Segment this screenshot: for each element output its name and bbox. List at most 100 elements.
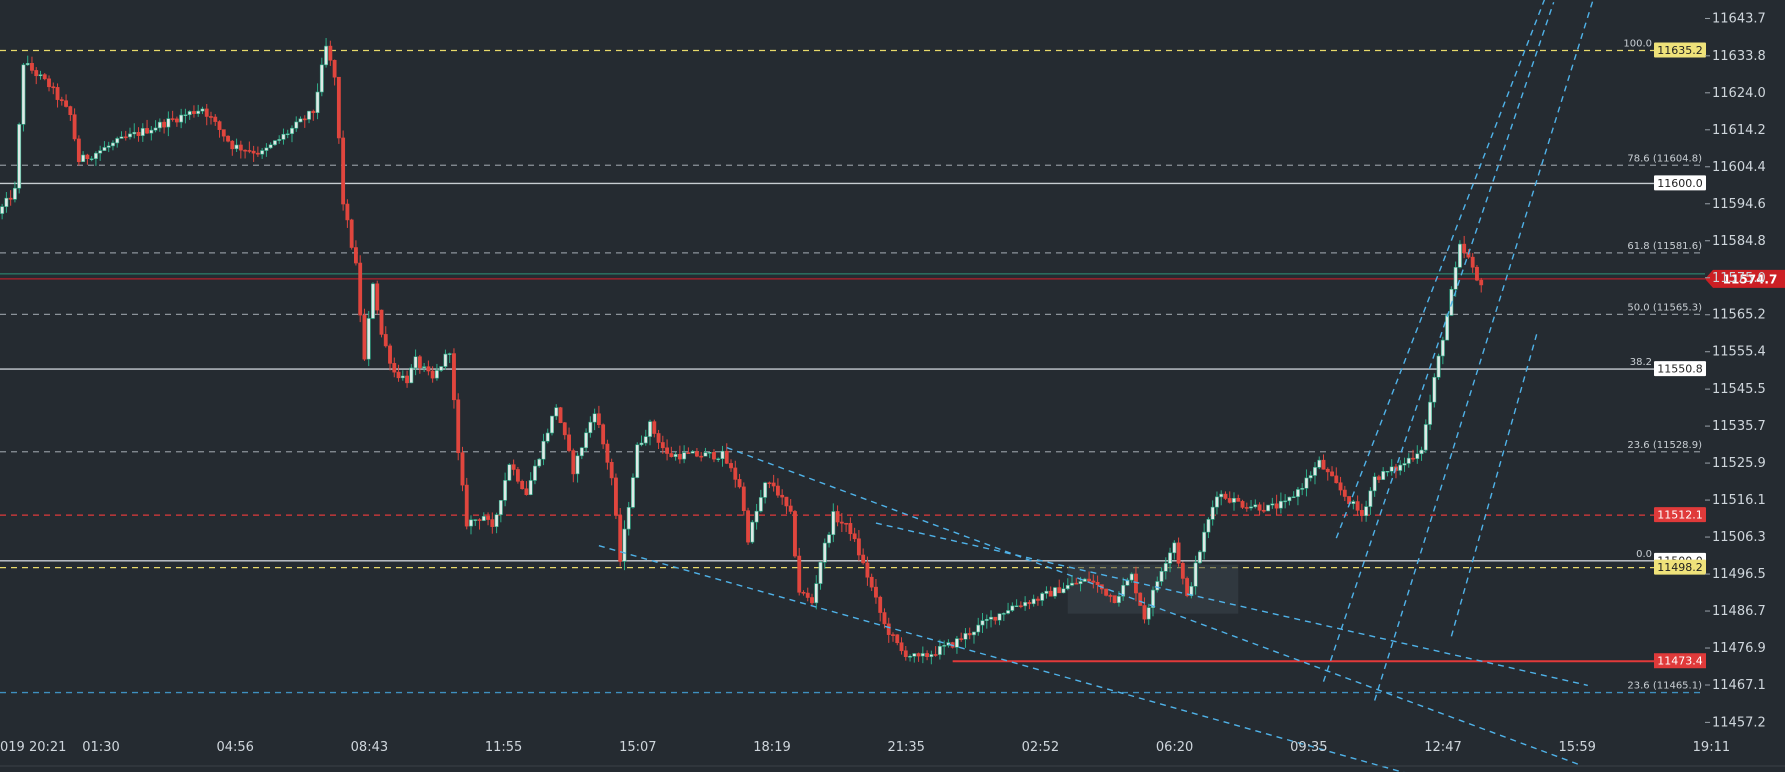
candle-bear [460, 452, 465, 486]
candle-bull [200, 108, 205, 112]
candle-bull [371, 283, 375, 319]
candle-bull [1061, 588, 1066, 594]
y-tick-label: 11545.5 [1712, 382, 1766, 397]
candle-bull [1432, 376, 1437, 403]
candle-bear [835, 511, 840, 523]
candle-bear [1274, 503, 1279, 509]
y-tick-label: 11575.0 [1712, 271, 1766, 286]
candle-bull [1313, 467, 1317, 476]
candle-bull [1078, 581, 1083, 585]
y-tick-label: 11565.2 [1712, 308, 1766, 323]
candle-bear [1479, 279, 1484, 286]
level-price-tag-text: 11600.0 [1657, 177, 1703, 190]
candle-bear [392, 363, 397, 373]
candle-bear [844, 522, 849, 525]
candle-bear [1462, 243, 1467, 254]
candle-bull [1300, 487, 1305, 490]
candle-bull [324, 45, 329, 66]
candle-bull [132, 132, 137, 135]
candle-bull [1129, 573, 1134, 581]
candle-bull [631, 477, 635, 508]
candle-bull [1168, 552, 1172, 564]
candle-bull [1219, 493, 1224, 498]
candle-bear [358, 262, 363, 316]
candle-bull [1291, 496, 1296, 498]
candle-bull [413, 356, 418, 369]
candle-bear [51, 86, 56, 89]
candlestick-chart[interactable]: 100.0 11635.2 78.6 (11604.8) 11600.0 61.8 (1… [0, 0, 1785, 772]
candle-bull [89, 158, 94, 160]
candle-bull [584, 432, 589, 449]
candle-bear [238, 144, 243, 151]
candle-bear [1108, 595, 1113, 597]
candle-bull [153, 127, 158, 131]
candle-bull [1440, 339, 1445, 357]
candle-bear [605, 443, 610, 463]
candle-bull [1457, 243, 1462, 268]
candle-bull [1215, 496, 1219, 508]
candle-bear [967, 633, 972, 636]
candle-bear [251, 150, 256, 154]
candle-bull [1031, 598, 1036, 605]
candle-bear [464, 484, 469, 527]
candle-bear [1057, 587, 1062, 594]
candle-bear [810, 597, 814, 604]
candle-bear [1359, 510, 1364, 517]
candle-bear [477, 519, 482, 521]
candle-bull [443, 353, 448, 367]
candle-bear [379, 309, 384, 335]
candle-bull [25, 63, 30, 66]
candle-bear [596, 413, 601, 426]
candle-bear [665, 447, 670, 454]
candle-bull [498, 500, 503, 515]
candle-bear [903, 650, 908, 658]
candle-bear [1223, 493, 1228, 499]
chart-canvas[interactable]: 100.0 11635.2 78.6 (11604.8) 11600.0 61.8 (1… [0, 0, 1785, 772]
candle-bull [98, 150, 103, 154]
candle-bear [878, 596, 883, 613]
candle-bull [528, 480, 533, 495]
candle-bear [511, 464, 516, 470]
candle-bull [1372, 476, 1377, 492]
candle-bear [1134, 573, 1138, 594]
candle-bear [733, 467, 738, 480]
candle-bull [963, 633, 968, 640]
candle-bull [17, 124, 22, 189]
candle-bear [1330, 471, 1334, 477]
candle-bull [920, 653, 925, 657]
candle-bull [827, 534, 831, 544]
candle-bull [409, 367, 414, 384]
candle-bear [515, 469, 520, 482]
candle-bull [1010, 605, 1015, 611]
candle-bull [1428, 401, 1432, 425]
candle-bull [4, 197, 9, 207]
candle-bear [1112, 595, 1117, 604]
candle-bear [64, 100, 68, 107]
candle-bear [562, 422, 567, 436]
candle-bull [750, 521, 755, 543]
candle-bull [754, 510, 759, 523]
candle-bear [1334, 475, 1339, 484]
candle-bear [1095, 581, 1100, 586]
candle-bear [247, 150, 252, 152]
candle-bull [822, 542, 827, 563]
candle-bear [426, 366, 431, 372]
candle-bear [349, 219, 354, 248]
x-tick-label: 08:43 [351, 740, 388, 755]
candle-bull [166, 118, 171, 128]
candle-bull [400, 375, 405, 379]
candle-bull [268, 144, 273, 149]
candle-bull [1381, 471, 1386, 480]
candle-bull [575, 455, 580, 475]
candle-bull [1172, 542, 1177, 554]
candle-bull [264, 147, 269, 151]
level-price-tag-text: 11635.2 [1657, 44, 1703, 57]
candle-bear [601, 424, 606, 445]
candle-bull [179, 114, 184, 123]
candle-bear [874, 586, 878, 598]
candle-bear [1325, 468, 1330, 473]
x-tick-label: 15:59 [1558, 740, 1595, 755]
candle-bear [226, 135, 230, 142]
candle-bear [452, 353, 456, 401]
candle-bear [1236, 497, 1241, 502]
